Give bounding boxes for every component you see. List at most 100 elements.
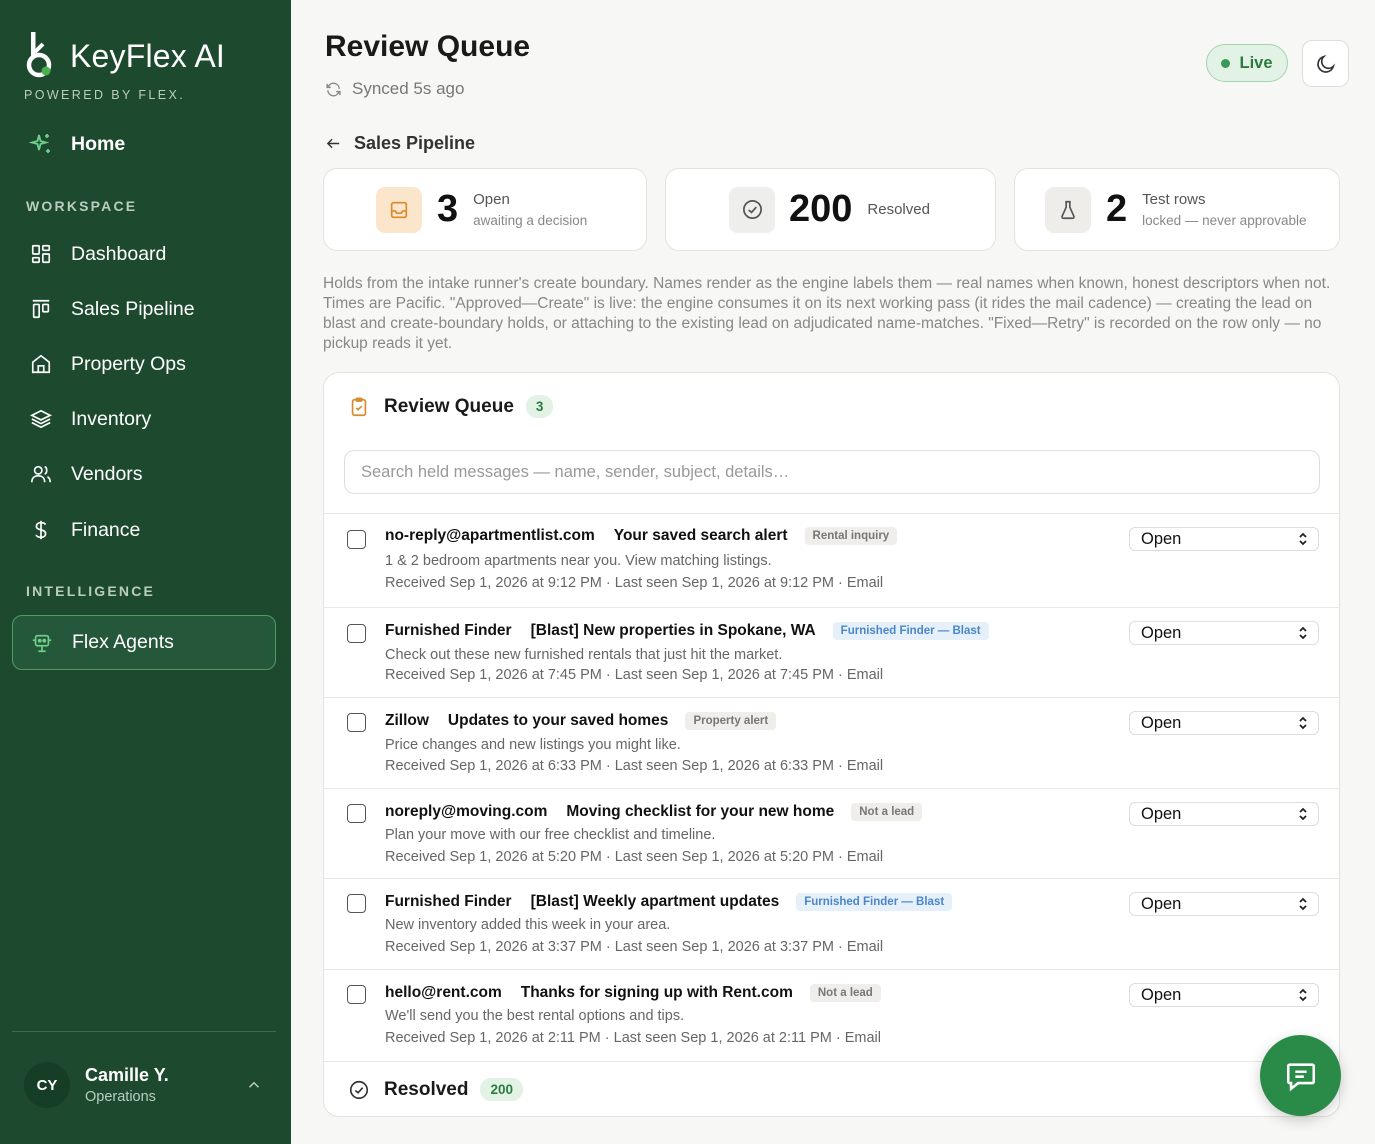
back-link-sales-pipeline[interactable]: Sales Pipeline [325,133,475,154]
bot-icon [29,630,55,656]
row-checkbox[interactable] [347,530,366,549]
row-subject: [Blast] Weekly apartment updates [530,893,780,910]
row-header: noreply@moving.com Moving checklist for … [385,803,923,821]
stat-value-open: 3 [437,188,459,230]
row-status-select[interactable]: Open [1129,527,1319,551]
sidebar-item-label: Vendors [71,462,143,485]
sidebar-item-home[interactable]: Home [12,119,276,169]
select-arrows-icon [1299,626,1307,640]
row-status-value: Open [1141,623,1182,642]
user-menu[interactable]: CY Camille Y. Operations [24,1062,269,1108]
row-status-value: Open [1141,804,1182,823]
stat-value-test-rows: 2 [1106,188,1128,230]
chat-icon [1286,1062,1315,1091]
queue-row[interactable]: Furnished Finder [Blast] Weekly apartmen… [324,878,1339,969]
live-label: Live [1239,53,1273,72]
sidebar-item-property-ops[interactable]: Property Ops [12,339,276,389]
review-queue-header: Review Queue 3 [348,395,554,418]
row-status-select[interactable]: Open [1129,711,1319,735]
flask-icon [1045,186,1091,233]
row-sender: no-reply@apartmentlist.com [385,527,595,544]
row-tag: Property alert [685,712,777,730]
sidebar-item-vendors[interactable]: Vendors [12,449,276,499]
sidebar-item-label: Flex Agents [72,631,174,653]
row-tag: Furnished Finder — Blast [796,893,953,911]
queue-row[interactable]: Furnished Finder [Blast] New properties … [324,607,1339,697]
row-checkbox[interactable] [347,985,366,1004]
section-label-intelligence: INTELLIGENCE [26,583,156,599]
row-meta: Received Sep 1, 2026 at 6:33 PM · Last s… [385,758,884,774]
sidebar-item-label: Dashboard [71,242,167,265]
row-header: hello@rent.com Thanks for signing up wit… [385,984,881,1002]
stat-card-open: 3 Open awaiting a decision [323,168,647,251]
sidebar-item-flex-agents[interactable]: Flex Agents [12,615,276,670]
back-link-label: Sales Pipeline [354,133,476,153]
queue-description: Holds from the intake runner's create bo… [323,275,1331,352]
users-icon [28,461,54,487]
search-input[interactable] [344,450,1320,494]
row-status-value: Open [1141,894,1182,913]
row-checkbox[interactable] [347,804,366,823]
stat-label-test-rows: Test rows [1142,191,1206,208]
sidebar-item-label: Home [71,132,126,155]
row-subject: Thanks for signing up with Rent.com [520,984,793,1001]
refresh-icon [326,82,341,96]
row-sender: Zillow [385,712,429,729]
sidebar-item-dashboard[interactable]: Dashboard [12,229,276,279]
row-header: Furnished Finder [Blast] New properties … [385,622,989,640]
queue-row[interactable]: no-reply@apartmentlist.com Your saved se… [324,513,1339,607]
row-subject: [Blast] New properties in Spokane, WA [530,622,816,639]
row-subject: Moving checklist for your new home [566,803,835,820]
row-subject: Updates to your saved homes [447,712,669,729]
sidebar-item-inventory[interactable]: Inventory [12,394,276,444]
sync-status-text: Synced 5s ago [352,79,465,98]
sparkle-icon [28,131,54,157]
sidebar-item-finance[interactable]: Finance [12,505,276,555]
resolved-section-header[interactable]: Resolved 200 [324,1061,1339,1116]
home-icon [28,351,54,377]
sidebar-item-label: Property Ops [71,352,186,375]
row-status-select[interactable]: Open [1129,621,1319,645]
chat-button[interactable] [1260,1035,1341,1116]
sidebar-item-sales-pipeline[interactable]: Sales Pipeline [12,284,276,334]
row-snippet: Plan your move with our free checklist a… [385,827,716,843]
brand-name: KeyFlex AI [70,37,225,74]
row-status-select[interactable]: Open [1129,892,1319,916]
row-status-select[interactable]: Open [1129,983,1319,1007]
row-sender: Furnished Finder [385,622,512,639]
stat-sub-test-rows: locked — never approvable [1142,213,1307,228]
queue-row[interactable]: noreply@moving.com Moving checklist for … [324,788,1339,878]
sync-status: Synced 5s ago [325,79,464,99]
chevron-up-icon [245,1076,263,1099]
stat-label-open: Open [473,191,510,208]
review-queue-title: Review Queue [384,395,514,417]
dollar-icon [28,517,54,543]
queue-row[interactable]: Zillow Updates to your saved homes Prope… [324,697,1339,788]
user-name: Camille Y. [85,1065,169,1085]
row-status-value: Open [1141,713,1182,732]
queue-row[interactable]: hello@rent.com Thanks for signing up wit… [324,969,1339,1061]
avatar: CY [24,1062,70,1108]
row-snippet: New inventory added this week in your ar… [385,917,671,933]
row-checkbox[interactable] [347,894,366,913]
stat-label-resolved: Resolved [867,201,930,218]
inbox-icon [376,186,422,233]
brand-tagline: POWERED BY FLEX. [24,88,186,102]
dashboard-icon [28,241,54,267]
layers-icon [28,406,54,432]
row-sender: noreply@moving.com [385,803,548,820]
select-arrows-icon [1299,807,1307,821]
review-queue-panel: Review Queue 3 no-reply@apartmentlist.co… [323,372,1340,1117]
row-status-value: Open [1141,985,1182,1004]
page-title: Review Queue [325,30,531,63]
row-snippet: We'll send you the best rental options a… [385,1008,685,1024]
keyflex-logo-icon [24,32,58,80]
row-header: no-reply@apartmentlist.com Your saved se… [385,527,898,545]
row-checkbox[interactable] [347,713,366,732]
brand-logo[interactable]: KeyFlex AI [24,32,225,80]
row-status-select[interactable]: Open [1129,802,1319,826]
theme-toggle-button[interactable] [1302,40,1349,87]
live-status-badge: Live [1206,44,1288,82]
row-checkbox[interactable] [347,624,366,643]
sidebar-divider [12,1031,276,1032]
